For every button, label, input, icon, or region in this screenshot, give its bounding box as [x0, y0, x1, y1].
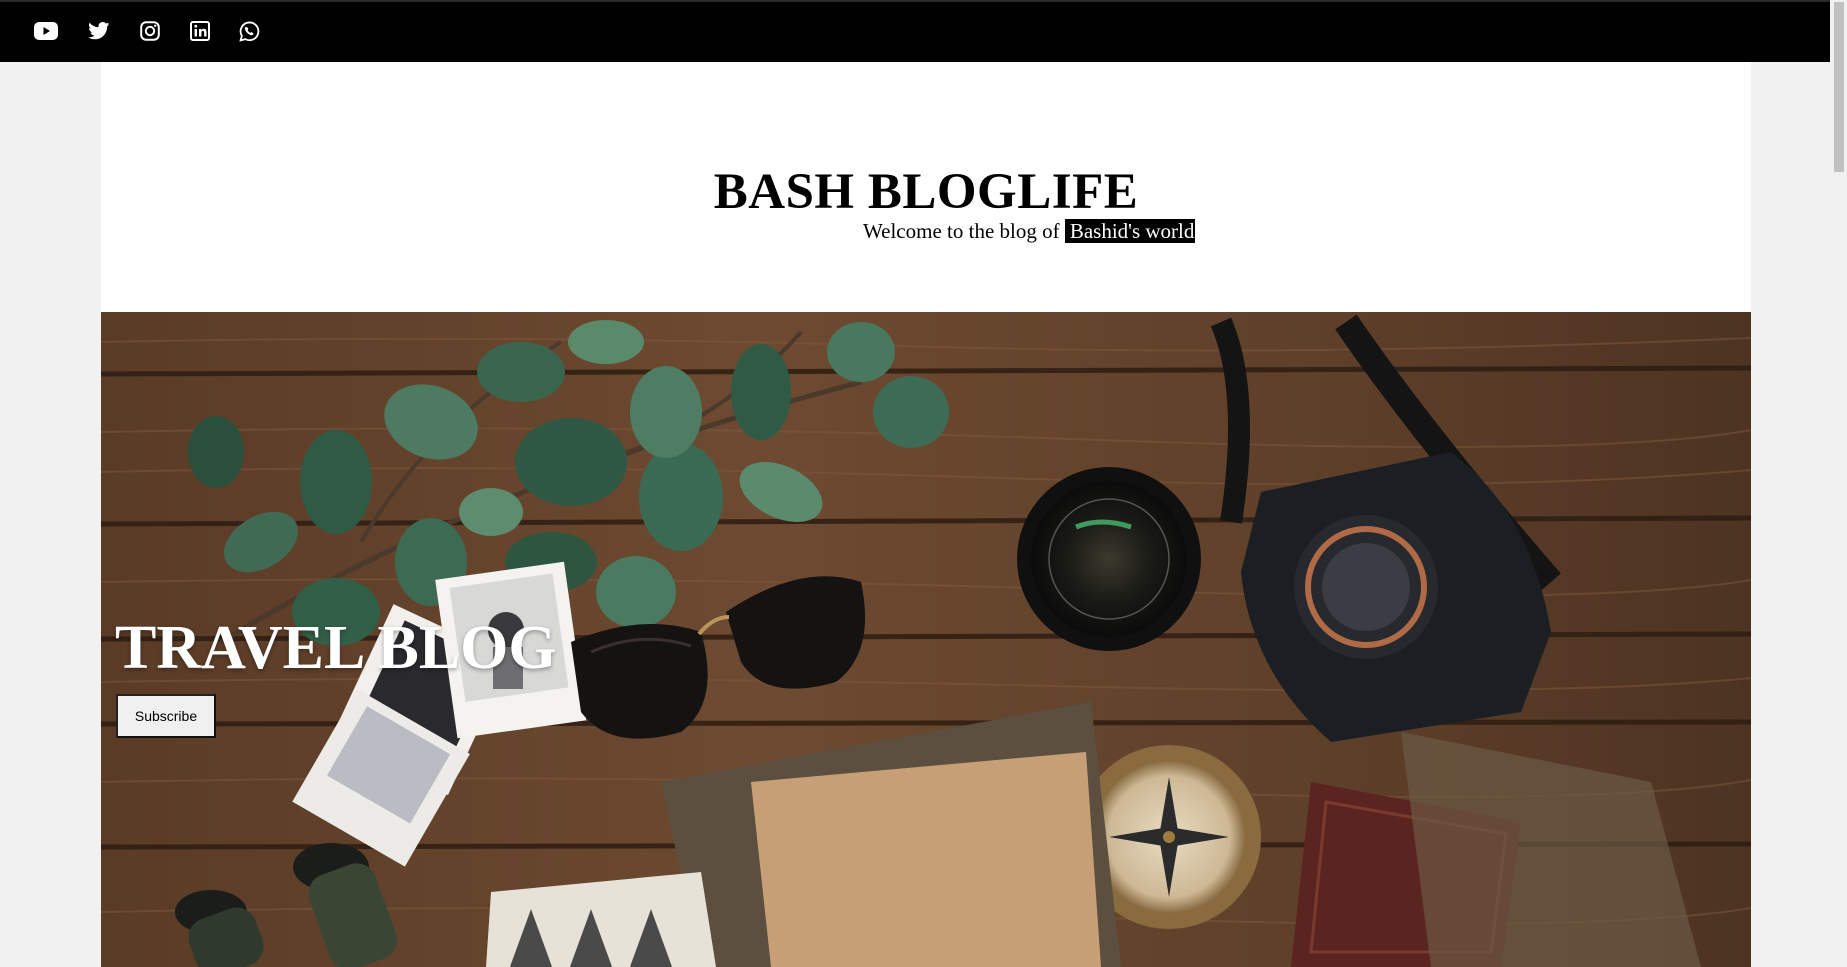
youtube-icon[interactable]	[33, 18, 59, 44]
page-container: BASH BLOGLIFE Welcome to the blog of Bas…	[101, 62, 1751, 967]
whatsapp-icon[interactable]	[236, 18, 262, 44]
tagline-highlight: Bashid's world	[1064, 219, 1196, 243]
hero-title: TRAVEL BLOG	[115, 614, 557, 682]
instagram-icon[interactable]	[137, 18, 163, 44]
page-scrollbar[interactable]	[1830, 0, 1847, 967]
site-header: BASH BLOGLIFE Welcome to the blog of Bas…	[101, 62, 1751, 312]
twitter-icon[interactable]	[86, 18, 112, 44]
linkedin-icon[interactable]	[187, 18, 213, 44]
scrollbar-thumb[interactable]	[1834, 2, 1844, 172]
site-title: BASH BLOGLIFE	[713, 164, 1139, 220]
social-top-bar	[0, 0, 1830, 62]
site-tagline: Welcome to the blog of Bashid's world	[863, 218, 1196, 244]
tagline-text: Welcome to the blog of	[863, 219, 1060, 243]
subscribe-button[interactable]: Subscribe	[116, 694, 216, 738]
hero-banner: TRAVEL BLOG Subscribe	[101, 312, 1751, 967]
